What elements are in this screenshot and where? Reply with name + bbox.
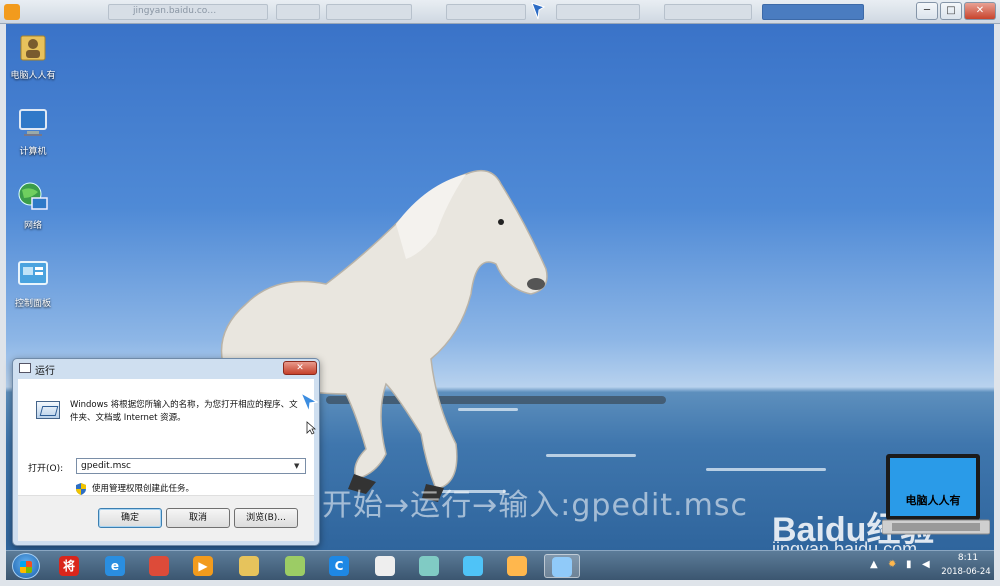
open-label: 打开(O):	[28, 464, 64, 474]
wave	[546, 454, 636, 457]
clock-date[interactable]: 2018-06-24	[938, 567, 994, 577]
laptop-logo: 电脑人人有	[881, 452, 991, 548]
pointer-cursor-icon	[299, 391, 319, 415]
taskbar-app-button[interactable]: C	[322, 554, 358, 578]
explorer-icon	[239, 556, 259, 576]
folder-icon	[285, 556, 305, 576]
computer-icon	[16, 106, 50, 140]
desktop-icon-user-folder[interactable]: 电脑人人有	[6, 30, 63, 81]
taskbar-app-button[interactable]: ▶	[186, 554, 222, 578]
player-tab-label: jingyan.baidu.co…	[133, 6, 217, 16]
frame-right	[994, 24, 1000, 580]
run-dialog: 运行 ✕ Windows 将根据您所输入的名称，为您打开相应的程序、文件夹、文档…	[12, 358, 320, 546]
folder-user-icon	[16, 30, 50, 64]
taskbar-app-button[interactable]	[232, 554, 268, 578]
tray-volume-icon[interactable]: ◀	[922, 559, 930, 570]
run-title-icon	[19, 363, 31, 373]
taskbar-app-button[interactable]	[142, 554, 178, 578]
tutorial-watermark: 开始→运行→输入:gpedit.msc	[322, 488, 748, 523]
tray-app-icon[interactable]: ✹	[888, 559, 896, 570]
player-tab-6[interactable]	[664, 4, 752, 20]
media-player-icon: ▶	[193, 556, 213, 576]
clock-time[interactable]: 8:11	[946, 553, 990, 563]
control-panel-icon	[463, 556, 483, 576]
start-button[interactable]	[12, 553, 40, 579]
wave	[706, 468, 826, 471]
cancel-button[interactable]: 取消	[166, 508, 230, 528]
taskbar-app-button[interactable]	[456, 554, 492, 578]
paint-icon	[507, 556, 527, 576]
windows-logo-icon	[20, 561, 32, 573]
taskbar-app-button[interactable]	[412, 554, 448, 578]
desktop-icon-label: 电脑人人有	[10, 71, 56, 81]
run-dialog-footer: 确定 取消 浏览(B)...	[18, 495, 314, 541]
chrome-icon	[149, 556, 169, 576]
desktop-icon-control-panel[interactable]: 控制面板	[6, 258, 63, 309]
taskbar-app-button[interactable]	[278, 554, 314, 578]
run-dialog-body: Windows 将根据您所输入的名称，为您打开相应的程序、文件夹、文档或 Int…	[18, 379, 314, 495]
run-dialog-title: 运行	[35, 366, 55, 377]
taskbar: 将 e ▶ C ▲ ✹ ▮ ◀ 8:11 2018-06-24	[6, 550, 994, 580]
desktop-icon-computer[interactable]: 计算机	[6, 106, 63, 157]
run-icon	[552, 557, 572, 577]
browse-button[interactable]: 浏览(B)...	[234, 508, 298, 528]
run-description: Windows 将根据您所输入的名称，为您打开相应的程序、文件夹、文档或 Int…	[70, 400, 298, 423]
browser-icon: C	[329, 556, 349, 576]
tray-expand-icon[interactable]: ▲	[870, 559, 878, 570]
player-titlebar: jingyan.baidu.co… ─ □ ✕	[0, 0, 1000, 24]
system-tray: ▲ ✹ ▮ ◀ 8:11 2018-06-24	[866, 551, 994, 581]
desktop-icon-network[interactable]: 网络	[6, 180, 63, 231]
run-close-button[interactable]: ✕	[283, 361, 317, 375]
open-input[interactable]	[76, 458, 306, 474]
player-tab-5[interactable]	[556, 4, 640, 20]
desktop-icon-label: 网络	[23, 221, 42, 231]
taskbar-app-button[interactable]: e	[98, 554, 134, 578]
control-panel-icon	[16, 258, 50, 292]
tray-network-icon[interactable]: ▮	[906, 559, 912, 570]
run-dialog-titlebar[interactable]: 运行 ✕	[13, 359, 319, 377]
player-maximize-button[interactable]: □	[940, 2, 962, 20]
taskbar-app-button[interactable]	[368, 554, 404, 578]
frame-bottom	[0, 580, 1000, 586]
desktop-icon-label: 计算机	[19, 147, 47, 157]
player-tab-2[interactable]	[276, 4, 320, 20]
settings-icon	[419, 556, 439, 576]
desktop-icon-label: 控制面板	[14, 299, 51, 309]
admin-privilege-text: 使用管理权限创建此任务。	[92, 484, 195, 494]
jiang-app-icon: 将	[59, 556, 79, 576]
document-icon	[375, 556, 395, 576]
laptop-caption: 电脑人人有	[905, 494, 961, 507]
arrow-cursor-icon	[306, 420, 317, 435]
pin-cursor-icon	[531, 2, 546, 20]
player-minimize-button[interactable]: ─	[916, 2, 938, 20]
player-tab-4[interactable]	[446, 4, 526, 20]
ok-button[interactable]: 确定	[98, 508, 162, 528]
ie-icon: e	[105, 556, 125, 576]
player-close-button[interactable]: ✕	[964, 2, 996, 20]
player-tab-3[interactable]	[326, 4, 412, 20]
taskbar-app-button[interactable]	[544, 554, 580, 578]
shield-icon	[76, 480, 86, 495]
player-tab-1[interactable]: jingyan.baidu.co…	[108, 4, 268, 20]
player-tab-active[interactable]	[762, 4, 864, 20]
taskbar-app-button[interactable]	[500, 554, 536, 578]
taskbar-app-button[interactable]: 将	[52, 554, 88, 578]
network-icon	[16, 180, 50, 214]
run-program-icon	[36, 401, 60, 419]
chevron-down-icon[interactable]: ▼	[294, 462, 299, 470]
player-app-icon[interactable]	[4, 4, 20, 20]
